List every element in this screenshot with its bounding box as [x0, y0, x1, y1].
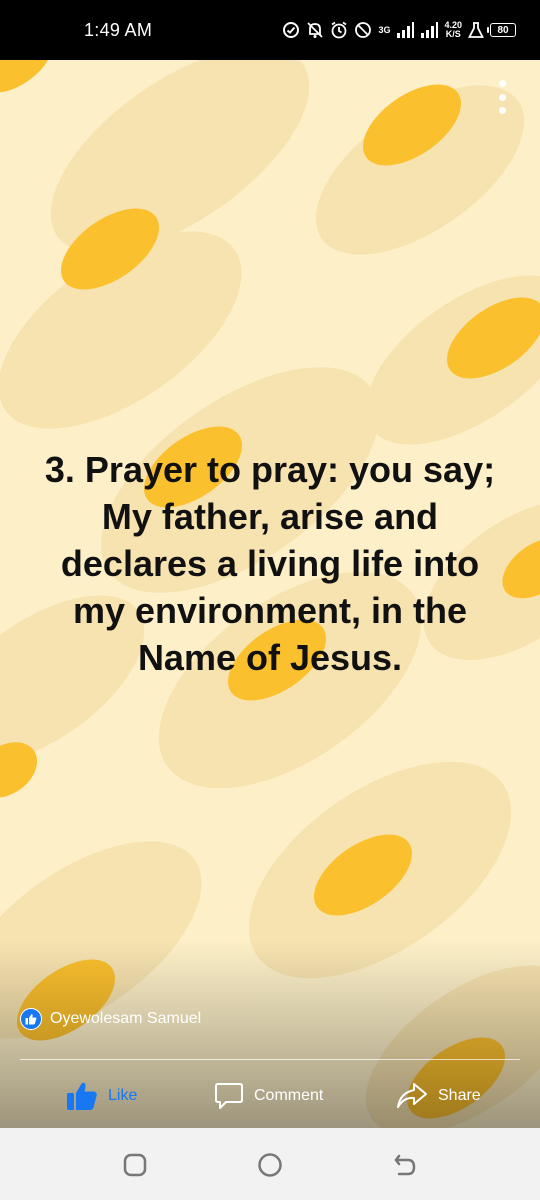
- net-speed: 4.20 K/S: [444, 21, 462, 39]
- reactions-row[interactable]: Oyewolesam Samuel: [20, 1008, 201, 1030]
- sync-icon: [283, 22, 300, 38]
- dot-icon: [498, 107, 506, 114]
- story-text: 3. Prayer to pray: you say; My father, a…: [20, 446, 520, 681]
- comment-icon: [215, 1083, 243, 1109]
- home-button[interactable]: [257, 1152, 283, 1178]
- like-reaction-icon: [20, 1008, 42, 1030]
- back-button[interactable]: [392, 1152, 418, 1178]
- thumbs-up-icon: [67, 1082, 97, 1110]
- signal-icon: [421, 22, 439, 38]
- status-icons: 3G 4.20 K/S 80: [282, 16, 516, 44]
- back-icon: [394, 1154, 416, 1176]
- dot-icon: [498, 93, 506, 101]
- story-viewer[interactable]: 3. Prayer to pray: you say; My father, a…: [0, 60, 540, 1128]
- action-bar: Like Comment Share: [0, 1074, 540, 1118]
- lab-icon: [468, 22, 484, 38]
- network-type: 3G: [378, 24, 391, 35]
- recent-apps-button[interactable]: [122, 1152, 148, 1178]
- story-text-line: My father, arise and: [101, 496, 439, 537]
- share-label: Share: [438, 1087, 481, 1104]
- like-button[interactable]: Like: [66, 1074, 137, 1118]
- story-text-line: my environment, in the: [72, 590, 468, 631]
- story-text-line: 3. Prayer to pray: you say;: [44, 449, 496, 490]
- status-time: 1:49 AM: [84, 20, 153, 40]
- net-speed-unit: K/S: [445, 29, 461, 39]
- like-label: Like: [108, 1087, 138, 1104]
- navigation-bar: [0, 1128, 540, 1200]
- dnd-icon: [355, 22, 372, 38]
- reactor-name: Oyewolesam Samuel: [50, 1010, 202, 1027]
- alarm-icon: [331, 21, 347, 39]
- battery-icon: 80: [487, 23, 516, 37]
- story-text-line: declares a living life into: [60, 543, 480, 584]
- signal-icon: [397, 22, 415, 38]
- more-options-button[interactable]: [490, 80, 514, 114]
- story-text-line: Name of Jesus.: [137, 637, 403, 678]
- status-bar: 1:49 AM 3G 4.20 K/S 80: [0, 0, 540, 60]
- share-button[interactable]: Share: [396, 1074, 481, 1118]
- divider: [20, 1059, 520, 1060]
- recent-apps-icon: [123, 1153, 147, 1177]
- comment-label: Comment: [254, 1087, 324, 1104]
- comment-button[interactable]: Comment: [214, 1074, 323, 1118]
- dot-icon: [498, 80, 506, 87]
- mute-icon: [307, 22, 324, 38]
- share-icon: [397, 1083, 427, 1108]
- home-icon: [258, 1153, 282, 1177]
